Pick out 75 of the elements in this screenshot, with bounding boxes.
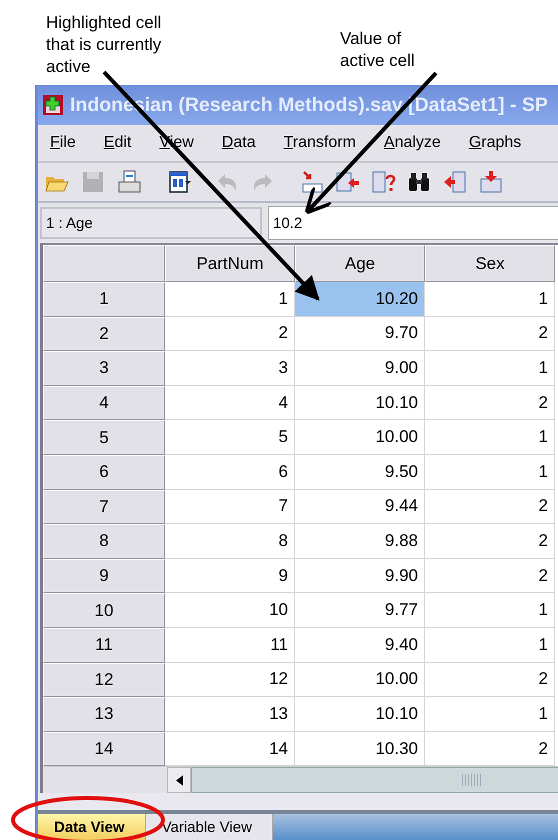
table-cell[interactable]: 11 bbox=[165, 628, 295, 663]
table-cell[interactable]: 2 bbox=[425, 386, 555, 420]
row-header[interactable]: 2 bbox=[43, 316, 165, 352]
table-cell[interactable]: 8 bbox=[165, 524, 295, 559]
table-cell[interactable]: 6 bbox=[165, 454, 295, 490]
table-cell[interactable]: 9.88 bbox=[295, 524, 425, 559]
table-cell[interactable]: 2 bbox=[425, 662, 555, 698]
table-cell[interactable]: 10 bbox=[165, 593, 295, 628]
table-cell[interactable]: 1 bbox=[425, 454, 555, 490]
row-header[interactable]: 4 bbox=[43, 386, 165, 420]
row-header[interactable]: 12 bbox=[43, 662, 165, 698]
table-cell[interactable]: 1 bbox=[425, 351, 555, 386]
insert-row-icon[interactable] bbox=[478, 169, 504, 195]
row-header[interactable]: 13 bbox=[43, 697, 165, 732]
table-cell[interactable]: 1 bbox=[425, 628, 555, 663]
menu-item[interactable]: Transform bbox=[284, 134, 356, 152]
cell-value-field[interactable]: 10.2 bbox=[268, 206, 558, 240]
menu-item[interactable]: Data bbox=[222, 134, 256, 152]
table-cell[interactable]: 9.90 bbox=[295, 558, 425, 594]
printer-icon[interactable] bbox=[116, 169, 142, 195]
menu-item[interactable]: Graphs bbox=[468, 134, 522, 152]
menu-item[interactable]: File bbox=[50, 134, 76, 152]
menu-item[interactable]: Analyze bbox=[384, 134, 441, 152]
table-cell[interactable]: 2 bbox=[165, 316, 295, 352]
view-tab[interactable]: Variable View bbox=[146, 814, 273, 840]
annotation-text: Value of active cell bbox=[340, 28, 415, 72]
table-cell[interactable]: 3 bbox=[165, 351, 295, 386]
table-cell[interactable]: 10.00 bbox=[295, 662, 425, 698]
row-header[interactable]: 6 bbox=[43, 454, 165, 490]
app-icon bbox=[42, 94, 64, 116]
table-cell[interactable]: 10.20 bbox=[295, 282, 425, 317]
table-cell[interactable]: 2 bbox=[425, 524, 555, 559]
table-cell[interactable]: 9.44 bbox=[295, 490, 425, 524]
view-tab[interactable]: Data View bbox=[38, 814, 146, 840]
table-cell[interactable]: 9.70 bbox=[295, 316, 425, 352]
table-cell[interactable]: 7 bbox=[165, 490, 295, 524]
column-header[interactable]: PartNum bbox=[165, 245, 295, 282]
row-header[interactable]: 9 bbox=[43, 558, 165, 594]
row-header[interactable]: 11 bbox=[43, 628, 165, 663]
table-cell[interactable]: 1 bbox=[425, 593, 555, 628]
table-cell[interactable]: 9.50 bbox=[295, 454, 425, 490]
row-header[interactable]: 1 bbox=[43, 282, 165, 317]
scroll-left-button[interactable] bbox=[167, 767, 191, 794]
grid-question-icon[interactable] bbox=[370, 169, 396, 195]
table-cell[interactable]: 12 bbox=[165, 662, 295, 698]
row-header[interactable]: 8 bbox=[43, 524, 165, 559]
row-header[interactable]: 10 bbox=[43, 593, 165, 628]
row-header[interactable]: 3 bbox=[43, 351, 165, 386]
table-cell[interactable]: 2 bbox=[425, 558, 555, 594]
table-cell[interactable]: 5 bbox=[165, 420, 295, 455]
table-cell[interactable]: 1 bbox=[425, 420, 555, 455]
table-cell[interactable]: 1 bbox=[425, 282, 555, 317]
table-cell[interactable]: 9.77 bbox=[295, 593, 425, 628]
menu-item[interactable]: Edit bbox=[104, 134, 132, 152]
table-cell[interactable]: 13 bbox=[165, 697, 295, 732]
row-header[interactable]: 14 bbox=[43, 732, 165, 766]
insert-column-icon[interactable] bbox=[442, 169, 468, 195]
annotation-text: Highlighted cell that is currently active bbox=[46, 12, 162, 78]
table-cell[interactable]: 10.00 bbox=[295, 420, 425, 455]
cell-reference-field: 1 : Age bbox=[40, 207, 262, 239]
table-cell[interactable]: 9 bbox=[165, 558, 295, 594]
table-cell[interactable]: 9.40 bbox=[295, 628, 425, 663]
table-cell[interactable]: 1 bbox=[425, 697, 555, 732]
table-cell[interactable]: 10.10 bbox=[295, 386, 425, 420]
table-cell[interactable]: 10.10 bbox=[295, 697, 425, 732]
left-arrow-icon bbox=[176, 774, 182, 786]
horizontal-scrollbar[interactable] bbox=[191, 767, 558, 794]
column-header[interactable]: Age bbox=[295, 245, 425, 282]
row-header[interactable]: 7 bbox=[43, 490, 165, 524]
column-header[interactable]: Sex bbox=[425, 245, 555, 282]
table-cell[interactable]: 9.00 bbox=[295, 351, 425, 386]
table-cell[interactable]: 2 bbox=[425, 316, 555, 352]
row-header[interactable]: 5 bbox=[43, 420, 165, 455]
table-cell[interactable]: 4 bbox=[165, 386, 295, 420]
table-cell[interactable]: 2 bbox=[425, 490, 555, 524]
